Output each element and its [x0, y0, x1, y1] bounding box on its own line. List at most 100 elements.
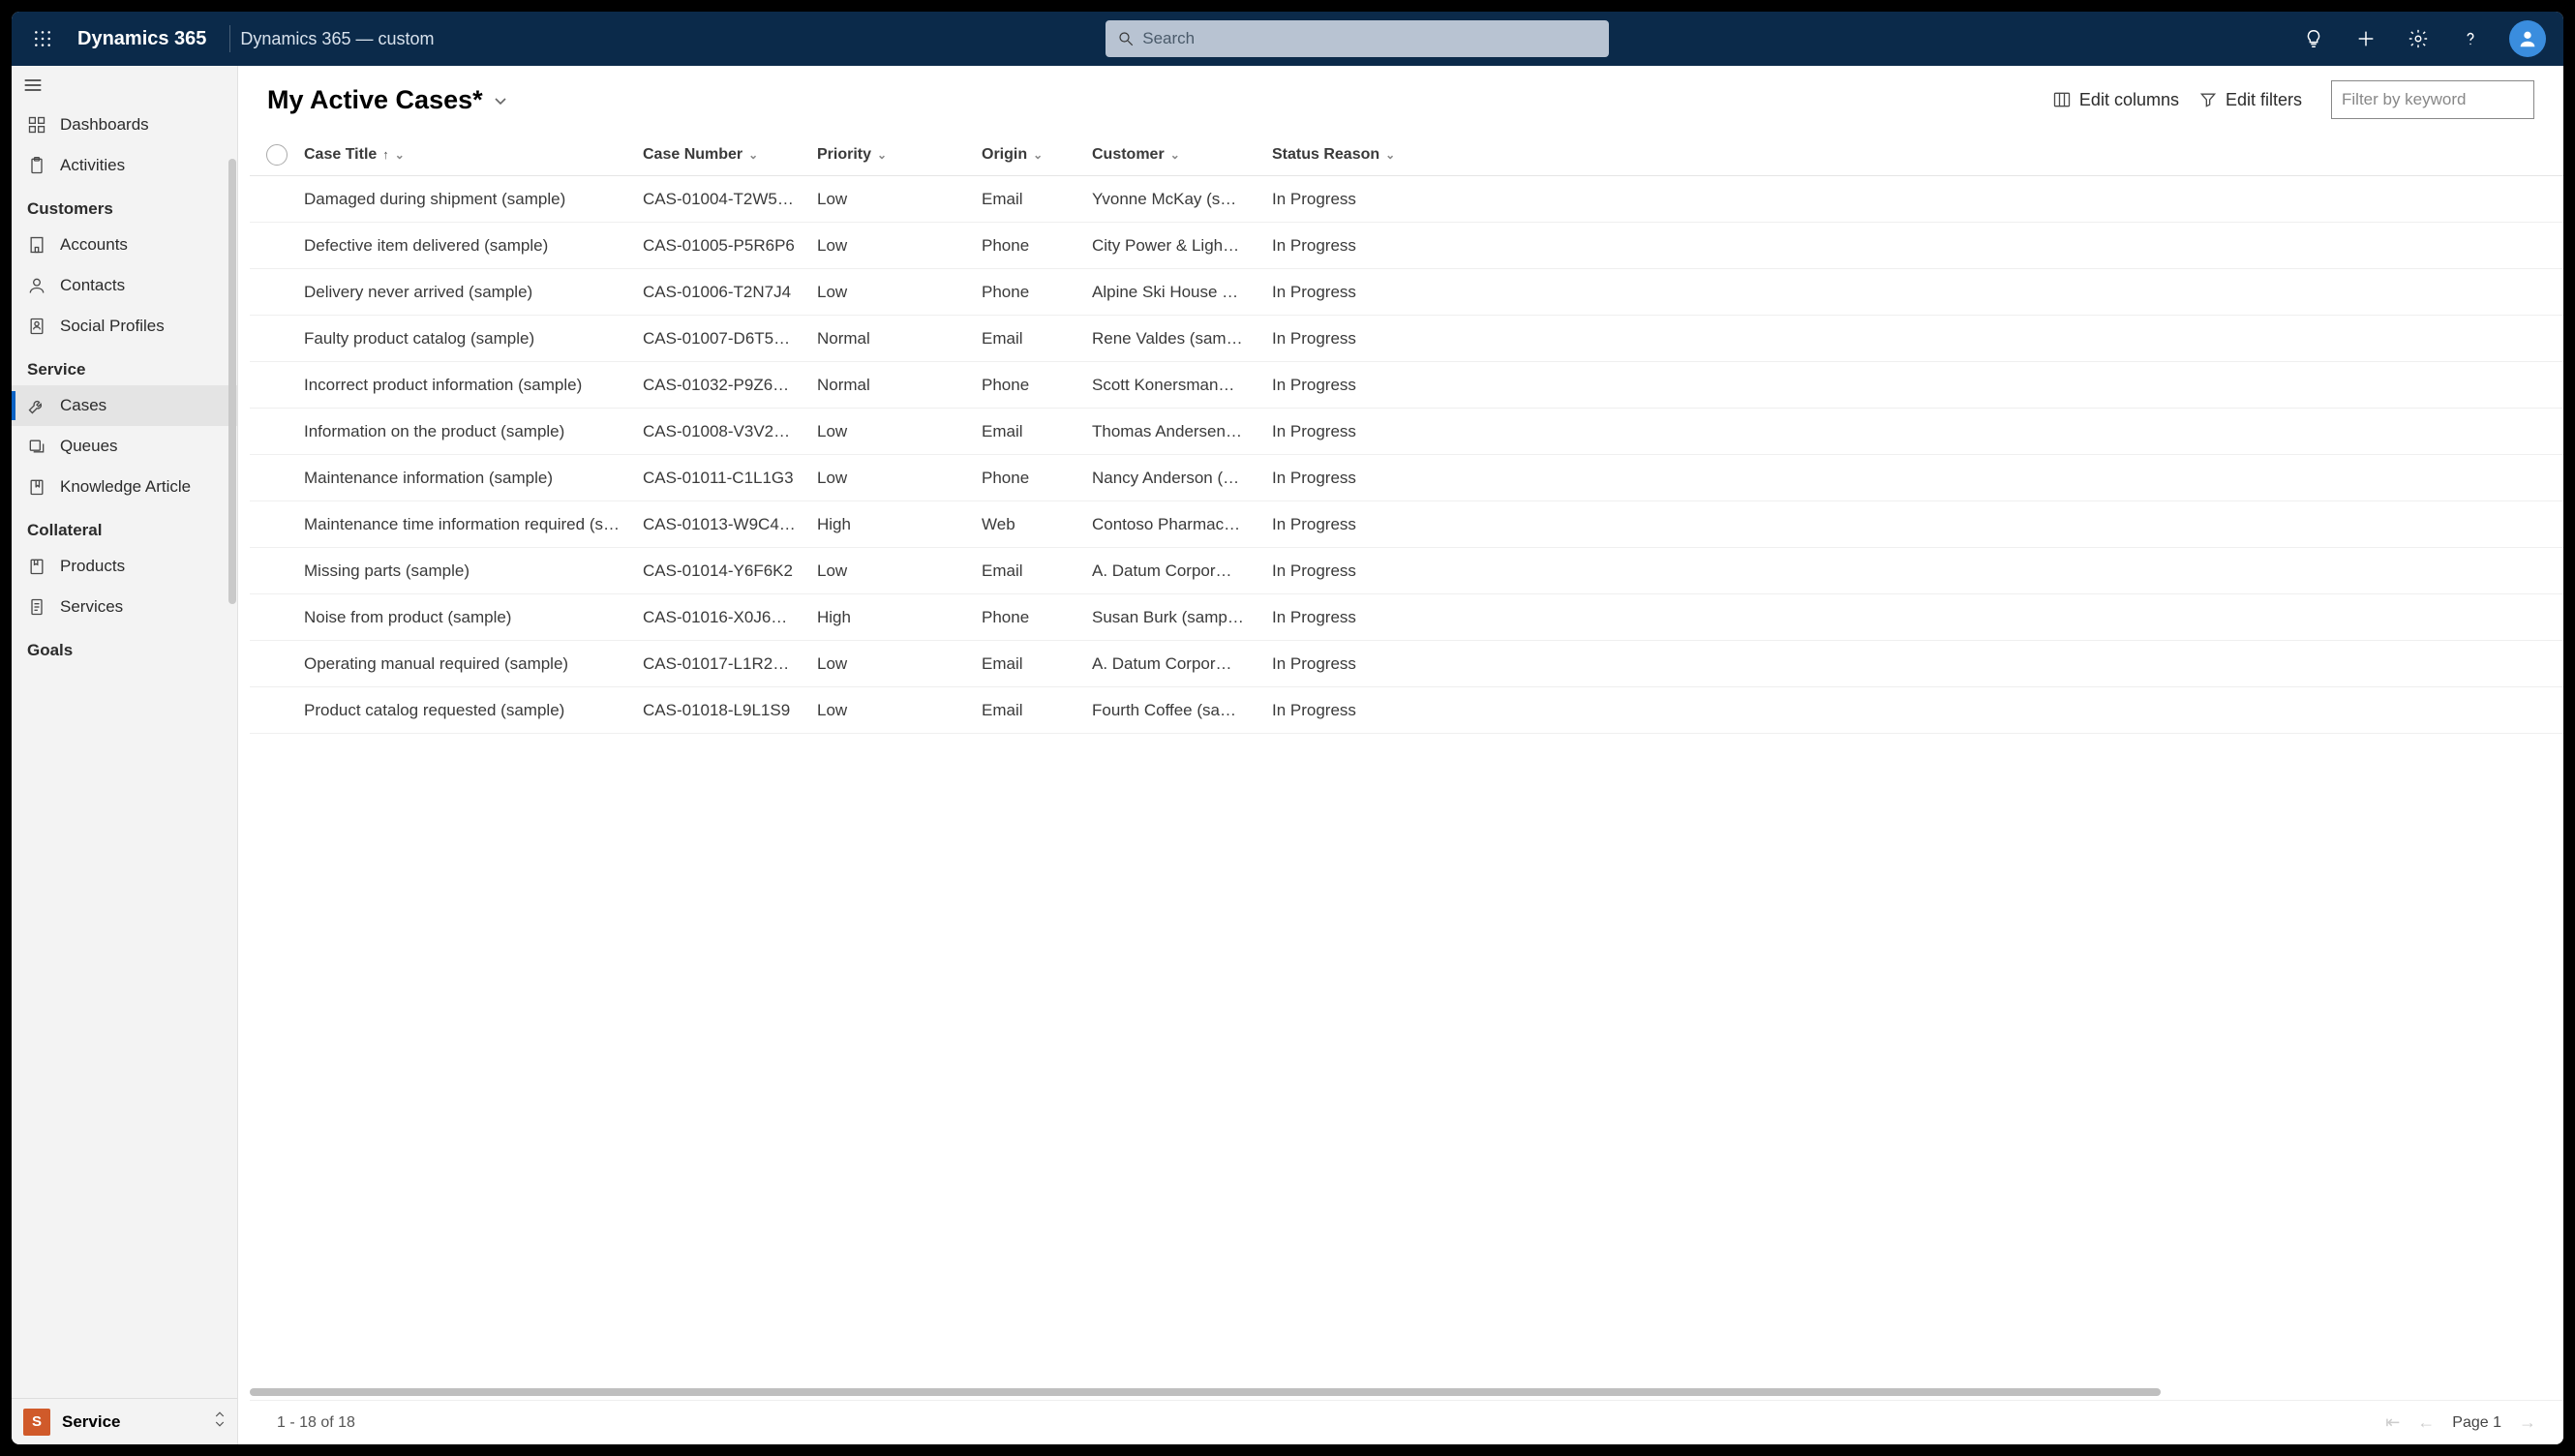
- sidebar-item-accounts[interactable]: Accounts: [12, 225, 237, 265]
- pager-first-button[interactable]: ⇤: [2385, 1412, 2400, 1433]
- select-all-checkbox[interactable]: [250, 144, 304, 166]
- sidebar-item-label: Accounts: [60, 235, 128, 255]
- cell-origin: Phone: [982, 608, 1092, 627]
- table-row[interactable]: Operating manual required (sample)CAS-01…: [250, 641, 2563, 687]
- table-row[interactable]: Damaged during shipment (sample)CAS-0100…: [250, 176, 2563, 223]
- cell-priority: Normal: [817, 376, 982, 395]
- cell-status: In Progress: [1272, 515, 1398, 534]
- help-button[interactable]: [2453, 21, 2488, 56]
- sidebar-item-label: Activities: [60, 156, 125, 175]
- add-button[interactable]: [2348, 21, 2383, 56]
- sidebar-collapse-button[interactable]: [12, 66, 237, 105]
- global-search[interactable]: [1106, 20, 1609, 57]
- settings-button[interactable]: [2401, 21, 2436, 56]
- sort-asc-icon: ↑: [382, 147, 389, 162]
- pager-next-button[interactable]: →: [2519, 1412, 2536, 1433]
- cell-customer: Yvonne McKay (s…: [1092, 190, 1272, 209]
- queues-icon: [27, 437, 46, 456]
- sidebar-item-cases[interactable]: Cases: [12, 385, 237, 426]
- book-icon: [27, 477, 46, 497]
- assistant-button[interactable]: [2296, 21, 2331, 56]
- sidebar-item-contacts[interactable]: Contacts: [12, 265, 237, 306]
- chevron-down-icon: ⌄: [1033, 148, 1043, 162]
- table-row[interactable]: Maintenance time information required (s…: [250, 501, 2563, 548]
- sidebar-item-label: Services: [60, 597, 123, 617]
- person-icon: [2517, 28, 2538, 49]
- cell-number: CAS-01017-L1R2…: [643, 654, 817, 674]
- cell-status: In Progress: [1272, 376, 1398, 395]
- app-launcher-button[interactable]: [21, 17, 64, 60]
- wrench-icon: [27, 396, 46, 415]
- chevron-updown-icon: [214, 1410, 226, 1433]
- search-input[interactable]: [1135, 29, 1597, 48]
- view-selector[interactable]: My Active Cases*: [267, 85, 508, 115]
- chevron-down-icon: ⌄: [877, 148, 887, 162]
- cell-status: In Progress: [1272, 422, 1398, 441]
- grid-horizontal-scrollbar[interactable]: [250, 1386, 2552, 1398]
- sidebar-item-knowledge-article[interactable]: Knowledge Article: [12, 467, 237, 507]
- table-row[interactable]: Maintenance information (sample)CAS-0101…: [250, 455, 2563, 501]
- view-title-text: My Active Cases*: [267, 85, 483, 115]
- column-header-label: Case Number: [643, 146, 742, 164]
- table-row[interactable]: Defective item delivered (sample)CAS-010…: [250, 223, 2563, 269]
- cell-status: In Progress: [1272, 236, 1398, 256]
- column-header-case-number[interactable]: Case Number⌄: [643, 146, 817, 164]
- cell-title: Incorrect product information (sample): [304, 376, 643, 395]
- doc-icon: [27, 597, 46, 617]
- sidebar-item-services[interactable]: Services: [12, 587, 237, 627]
- sidebar-item-activities[interactable]: Activities: [12, 145, 237, 186]
- sidebar-item-social-profiles[interactable]: Social Profiles: [12, 306, 237, 347]
- column-header-status-reason[interactable]: Status Reason⌄: [1272, 146, 1398, 164]
- column-header-priority[interactable]: Priority⌄: [817, 146, 982, 164]
- cell-priority: Low: [817, 561, 982, 581]
- chevron-down-icon: [493, 85, 508, 115]
- app-switcher[interactable]: S Service: [12, 1398, 237, 1444]
- cell-customer: Alpine Ski House …: [1092, 283, 1272, 302]
- brand-label: Dynamics 365: [64, 28, 220, 50]
- column-header-label: Origin: [982, 146, 1027, 164]
- cell-number: CAS-01016-X0J6…: [643, 608, 817, 627]
- avatar[interactable]: [2509, 20, 2546, 57]
- search-icon: [1117, 30, 1135, 47]
- table-row[interactable]: Incorrect product information (sample)CA…: [250, 362, 2563, 409]
- app-switcher-name: Service: [62, 1412, 202, 1432]
- pager-page-label: Page 1: [2452, 1414, 2501, 1432]
- cell-status: In Progress: [1272, 608, 1398, 627]
- sidebar-scrollbar[interactable]: [228, 159, 236, 604]
- table-row[interactable]: Information on the product (sample)CAS-0…: [250, 409, 2563, 455]
- cell-origin: Email: [982, 329, 1092, 349]
- cell-status: In Progress: [1272, 283, 1398, 302]
- pager-prev-button[interactable]: ←: [2417, 1412, 2435, 1433]
- cell-priority: Low: [817, 190, 982, 209]
- cell-title: Defective item delivered (sample): [304, 236, 643, 256]
- column-header-origin[interactable]: Origin ⌄: [982, 146, 1092, 164]
- table-row[interactable]: Noise from product (sample)CAS-01016-X0J…: [250, 594, 2563, 641]
- sidebar-group-customers: Customers: [12, 186, 237, 225]
- plus-icon: [2355, 28, 2377, 49]
- edit-columns-button[interactable]: Edit columns: [2043, 84, 2189, 116]
- column-header-customer[interactable]: Customer⌄: [1092, 146, 1272, 164]
- cell-customer: Contoso Pharmac…: [1092, 515, 1272, 534]
- table-row[interactable]: Delivery never arrived (sample)CAS-01006…: [250, 269, 2563, 316]
- edit-filters-label: Edit filters: [2226, 90, 2302, 110]
- cell-title: Maintenance information (sample): [304, 469, 643, 488]
- person-icon: [27, 276, 46, 295]
- cell-title: Product catalog requested (sample): [304, 701, 643, 720]
- table-row[interactable]: Product catalog requested (sample)CAS-01…: [250, 687, 2563, 734]
- cell-status: In Progress: [1272, 561, 1398, 581]
- main-content: My Active Cases* Edit columns Edit filte…: [238, 66, 2563, 1444]
- sidebar-item-products[interactable]: Products: [12, 546, 237, 587]
- cell-number: CAS-01007-D6T5…: [643, 329, 817, 349]
- column-header-case-title[interactable]: Case Title↑⌄: [304, 146, 643, 164]
- edit-filters-button[interactable]: Edit filters: [2189, 84, 2312, 116]
- sidebar-group-service: Service: [12, 347, 237, 385]
- cell-priority: Normal: [817, 329, 982, 349]
- cell-status: In Progress: [1272, 654, 1398, 674]
- breadcrumb[interactable]: Dynamics 365 — custom: [240, 29, 434, 49]
- table-row[interactable]: Missing parts (sample)CAS-01014-Y6F6K2Lo…: [250, 548, 2563, 594]
- product-icon: [27, 557, 46, 576]
- sidebar-item-dashboards[interactable]: Dashboards: [12, 105, 237, 145]
- table-row[interactable]: Faulty product catalog (sample)CAS-01007…: [250, 316, 2563, 362]
- sidebar-item-queues[interactable]: Queues: [12, 426, 237, 467]
- filter-keyword-input[interactable]: [2331, 80, 2534, 119]
